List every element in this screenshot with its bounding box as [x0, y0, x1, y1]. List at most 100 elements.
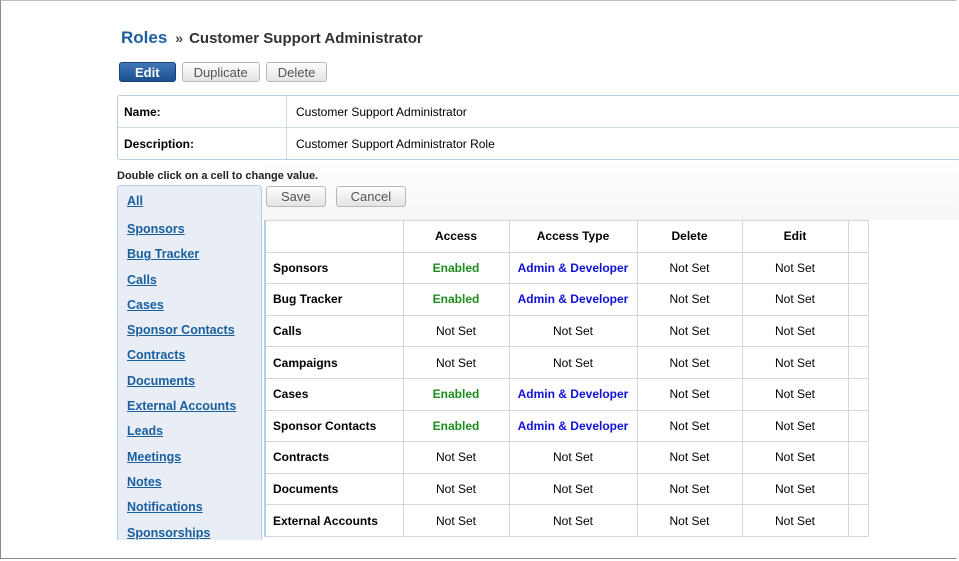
module-name: Calls	[265, 315, 404, 348]
name-row: Name: Customer Support Administrator	[118, 96, 959, 128]
delete-cell[interactable]: Not Set	[637, 283, 743, 316]
sidebar-item-external-accounts[interactable]: External Accounts	[127, 393, 261, 418]
edit-cell[interactable]: Not Set	[742, 410, 849, 443]
sidebar-item-meetings[interactable]: Meetings	[127, 444, 261, 469]
module-name: Campaigns	[265, 346, 404, 379]
access-type-cell[interactable]: Admin & Developer	[509, 283, 638, 316]
access-cell[interactable]: Not Set	[403, 473, 510, 506]
table-row: Documents Not Set Not Set Not Set Not Se…	[265, 473, 869, 506]
module-name: Contracts	[265, 441, 404, 474]
header-module	[265, 220, 404, 253]
description-row: Description: Customer Support Administra…	[118, 128, 959, 159]
sidebar-item-contracts[interactable]: Contracts	[127, 342, 261, 367]
access-cell[interactable]: Not Set	[403, 441, 510, 474]
page-title: Customer Support Administrator	[189, 30, 423, 47]
breadcrumb-roles-link[interactable]: Roles	[121, 28, 167, 47]
access-type-cell[interactable]: Not Set	[509, 441, 638, 474]
delete-button[interactable]: Delete	[265, 62, 328, 82]
header-overflow	[848, 220, 869, 253]
module-name: Sponsor Contacts	[265, 410, 404, 443]
header-delete: Delete	[637, 220, 743, 253]
sidebar-item-cases[interactable]: Cases	[127, 292, 261, 317]
access-type-cell[interactable]: Not Set	[509, 473, 638, 506]
role-details-panel: Name: Customer Support Administrator Des…	[117, 95, 959, 160]
delete-cell[interactable]: Not Set	[637, 473, 743, 506]
access-cell[interactable]: Not Set	[403, 504, 510, 537]
access-type-cell[interactable]: Admin & Developer	[509, 252, 638, 285]
access-type-cell[interactable]: Admin & Developer	[509, 410, 638, 443]
overflow-cell	[848, 315, 869, 348]
overflow-cell	[848, 441, 869, 474]
permissions-grid: Access Access Type Delete Edit Sponsors …	[264, 220, 869, 537]
header-access-type: Access Type	[509, 220, 638, 253]
access-type-cell[interactable]: Not Set	[509, 315, 638, 348]
edit-cell[interactable]: Not Set	[742, 441, 849, 474]
edit-cell[interactable]: Not Set	[742, 473, 849, 506]
delete-cell[interactable]: Not Set	[637, 378, 743, 411]
edit-cell[interactable]: Not Set	[742, 252, 849, 285]
edit-cell[interactable]: Not Set	[742, 378, 849, 411]
edit-cell[interactable]: Not Set	[742, 346, 849, 379]
delete-cell[interactable]: Not Set	[637, 441, 743, 474]
access-cell[interactable]: Not Set	[403, 346, 510, 379]
table-row: External Accounts Not Set Not Set Not Se…	[265, 504, 869, 537]
header-access: Access	[403, 220, 510, 253]
overflow-cell	[848, 504, 869, 537]
sidebar-item-sponsor-contacts[interactable]: Sponsor Contacts	[127, 317, 261, 342]
access-type-cell[interactable]: Admin & Developer	[509, 378, 638, 411]
table-row: Cases Enabled Admin & Developer Not Set …	[265, 378, 869, 411]
overflow-cell	[848, 283, 869, 316]
access-type-cell[interactable]: Not Set	[509, 346, 638, 379]
cancel-button[interactable]: Cancel	[335, 186, 407, 207]
access-type-cell[interactable]: Not Set	[509, 504, 638, 537]
module-name: Cases	[265, 378, 404, 411]
overflow-cell	[848, 410, 869, 443]
module-name: Bug Tracker	[265, 283, 404, 316]
description-value: Customer Support Administrator Role	[296, 136, 495, 151]
breadcrumb: Roles » Customer Support Administrator	[121, 28, 423, 48]
sidebar-item-documents[interactable]: Documents	[127, 368, 261, 393]
overflow-cell	[848, 252, 869, 285]
module-name: Sponsors	[265, 252, 404, 285]
save-button[interactable]: Save	[266, 186, 326, 207]
sidebar-item-notes[interactable]: Notes	[127, 469, 261, 494]
sidebar-item-sponsorships[interactable]: Sponsorships	[127, 520, 261, 540]
grid-actions: Save Cancel	[266, 186, 407, 207]
edit-cell[interactable]: Not Set	[742, 283, 849, 316]
delete-cell[interactable]: Not Set	[637, 252, 743, 285]
toolbar: Edit Duplicate Delete	[119, 62, 328, 82]
access-cell[interactable]: Enabled	[403, 378, 510, 411]
edit-button[interactable]: Edit	[119, 62, 176, 82]
breadcrumb-separator: »	[175, 30, 184, 46]
edit-cell[interactable]: Not Set	[742, 504, 849, 537]
access-cell[interactable]: Enabled	[403, 410, 510, 443]
sidebar-item-sponsors[interactable]: Sponsors	[127, 216, 261, 241]
delete-cell[interactable]: Not Set	[637, 315, 743, 348]
table-row: Bug Tracker Enabled Admin & Developer No…	[265, 283, 869, 316]
overflow-cell	[848, 473, 869, 506]
sidebar-item-leads[interactable]: Leads	[127, 418, 261, 443]
delete-cell[interactable]: Not Set	[637, 346, 743, 379]
grid-header-row: Access Access Type Delete Edit	[265, 220, 869, 253]
sidebar-item-bug-tracker[interactable]: Bug Tracker	[127, 241, 261, 266]
module-name: External Accounts	[265, 504, 404, 537]
name-value: Customer Support Administrator	[296, 104, 467, 119]
edit-hint: Double click on a cell to change value.	[117, 170, 319, 182]
module-filter-sidebar: All Sponsors Bug Tracker Calls Cases Spo…	[117, 185, 262, 540]
table-row: Sponsor Contacts Enabled Admin & Develop…	[265, 410, 869, 443]
role-detail-page: Roles » Customer Support Administrator Edi…	[117, 0, 959, 540]
description-label: Description:	[118, 128, 287, 159]
access-cell[interactable]: Not Set	[403, 315, 510, 348]
sidebar-item-notifications[interactable]: Notifications	[127, 494, 261, 519]
sidebar-item-calls[interactable]: Calls	[127, 267, 261, 292]
delete-cell[interactable]: Not Set	[637, 410, 743, 443]
access-cell[interactable]: Enabled	[403, 252, 510, 285]
table-row: Sponsors Enabled Admin & Developer Not S…	[265, 252, 869, 285]
sidebar-item-all[interactable]: All	[127, 186, 261, 216]
access-cell[interactable]: Enabled	[403, 283, 510, 316]
delete-cell[interactable]: Not Set	[637, 504, 743, 537]
edit-cell[interactable]: Not Set	[742, 315, 849, 348]
duplicate-button[interactable]: Duplicate	[181, 62, 260, 82]
overflow-cell	[848, 346, 869, 379]
table-row: Contracts Not Set Not Set Not Set Not Se…	[265, 441, 869, 474]
